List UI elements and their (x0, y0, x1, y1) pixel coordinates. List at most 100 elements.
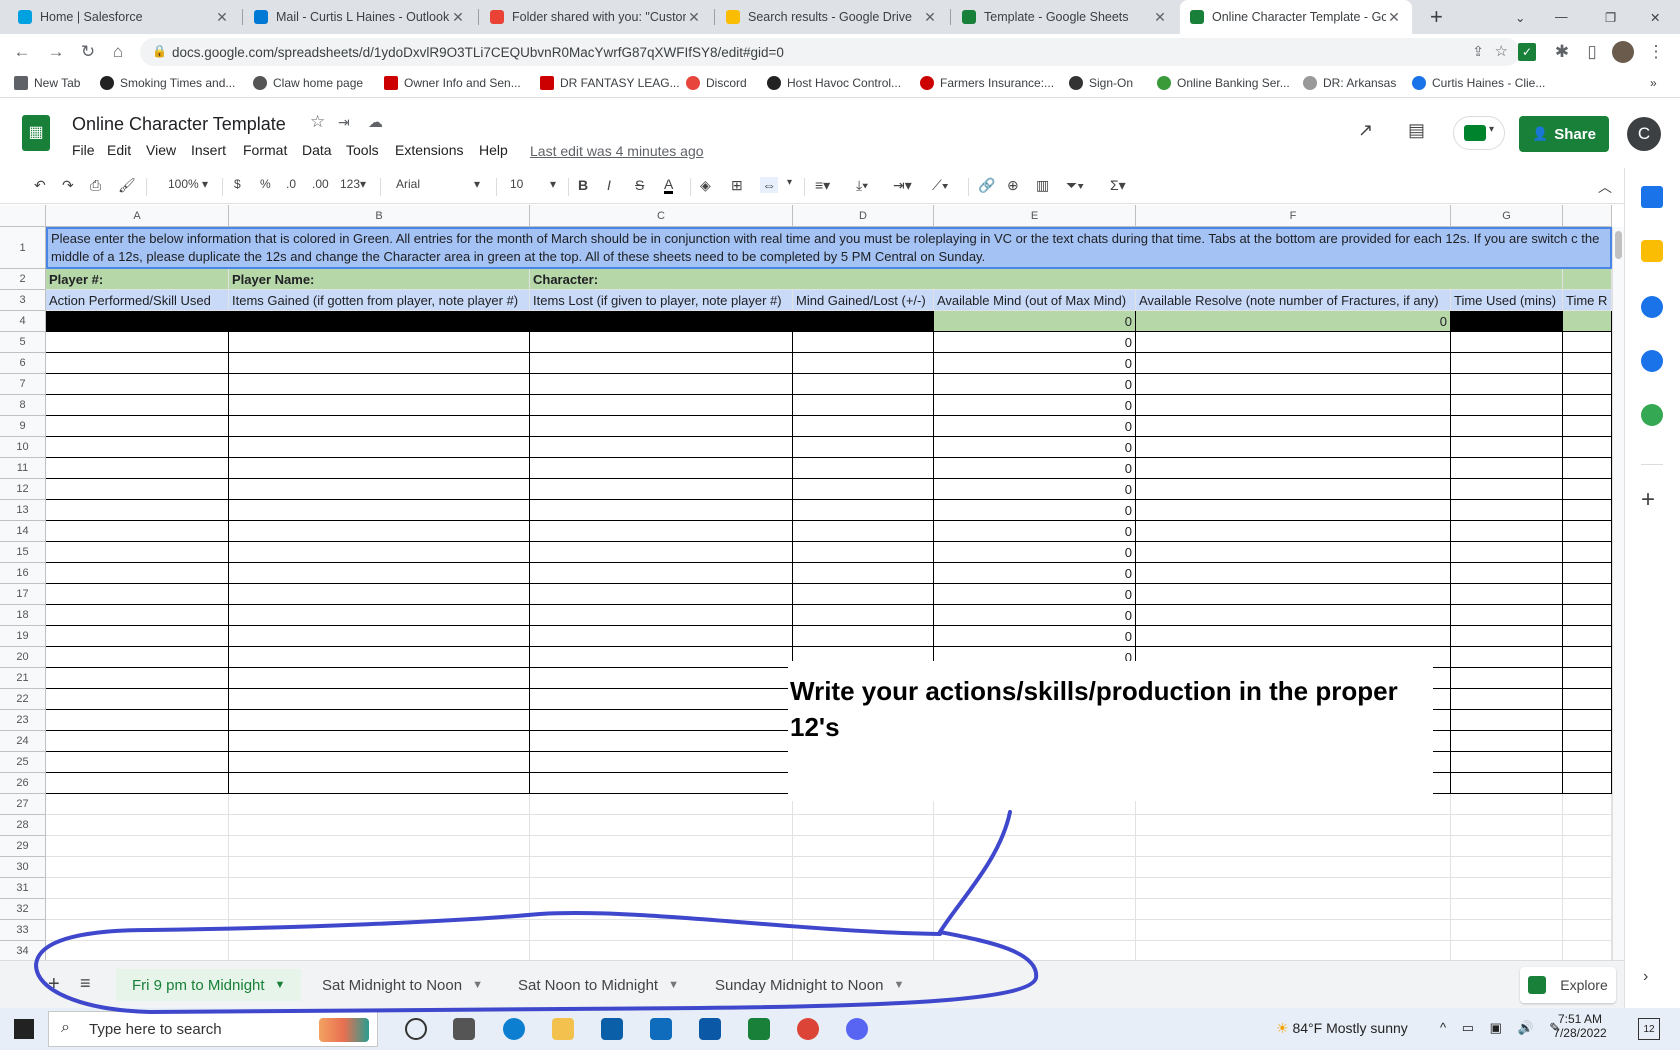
bookmark-online-banking[interactable]: Online Banking Ser... (1157, 76, 1290, 90)
data-cell[interactable] (46, 500, 229, 521)
row-header[interactable]: 28 (0, 815, 46, 836)
data-cell[interactable] (46, 731, 229, 752)
data-cell[interactable] (46, 626, 229, 647)
data-cell[interactable] (46, 458, 229, 479)
data-cell[interactable] (1136, 332, 1451, 353)
data-cell[interactable] (46, 563, 229, 584)
data-cell[interactable] (229, 500, 530, 521)
data-cell[interactable] (793, 458, 934, 479)
add-addon-icon[interactable]: + (1641, 486, 1655, 514)
data-cell[interactable] (1136, 353, 1451, 374)
header-cell[interactable]: Items Gained (if gotten from player, not… (229, 290, 530, 311)
browser-tab-drive[interactable]: Search results - Google Drive ✕ (716, 0, 948, 34)
header-cell[interactable]: Time R (1563, 290, 1612, 311)
data-cell[interactable] (1451, 542, 1563, 563)
add-sheet-icon[interactable]: + (48, 973, 60, 996)
data-cell[interactable] (530, 353, 793, 374)
row-header[interactable]: 23 (0, 710, 46, 731)
data-cell[interactable] (530, 668, 793, 689)
row-header[interactable]: 14 (0, 521, 46, 542)
discord-app-icon[interactable] (846, 1018, 868, 1040)
column-header[interactable]: A (46, 205, 229, 227)
extensions-puzzle-icon[interactable]: ✱ (1550, 40, 1574, 64)
data-cell[interactable] (793, 395, 934, 416)
sheets-logo-icon[interactable]: ▦ (22, 115, 50, 151)
menu-extensions[interactable]: Extensions (395, 142, 463, 158)
zoom-select[interactable]: 100% ▾ (160, 177, 216, 191)
data-cell[interactable] (229, 332, 530, 353)
data-cell[interactable] (530, 416, 793, 437)
insert-comment-icon[interactable]: ⊕ (1007, 177, 1019, 194)
bookmark-new-tab[interactable]: New Tab (14, 76, 80, 90)
row-header[interactable]: 32 (0, 899, 46, 920)
data-cell[interactable]: 0 (934, 416, 1136, 437)
data-cell[interactable] (229, 374, 530, 395)
comment-icon[interactable]: ▤ (1408, 120, 1425, 141)
browser-tab-gmail[interactable]: Folder shared with you: "Custom ✕ (480, 0, 712, 34)
contacts-icon[interactable] (1641, 350, 1663, 372)
meet-button[interactable]: ▾ (1453, 116, 1505, 150)
data-cell[interactable] (46, 689, 229, 710)
data-cell[interactable]: 0 (934, 479, 1136, 500)
data-cell[interactable] (1451, 353, 1563, 374)
data-cell[interactable] (229, 752, 530, 773)
data-cell[interactable] (229, 521, 530, 542)
column-header[interactable]: B (229, 205, 530, 227)
data-cell[interactable]: 0 (934, 458, 1136, 479)
data-cell[interactable] (1563, 542, 1612, 563)
browser-tab-salesforce[interactable]: Home | Salesforce ✕ (8, 0, 240, 34)
data-cell[interactable] (1451, 605, 1563, 626)
text-color-icon[interactable]: A (664, 177, 674, 194)
data-cell[interactable] (46, 710, 229, 731)
menu-insert[interactable]: Insert (191, 142, 226, 158)
account-avatar[interactable]: C (1627, 117, 1661, 151)
data-cell[interactable] (1136, 584, 1451, 605)
empty-cell[interactable] (530, 857, 793, 878)
data-cell[interactable]: 0 (934, 500, 1136, 521)
currency-format-button[interactable]: $ (234, 177, 241, 191)
data-cell[interactable] (46, 416, 229, 437)
chrome-menu-icon[interactable]: ⋮ (1644, 40, 1668, 64)
empty-cell[interactable] (530, 941, 793, 960)
data-cell[interactable] (1563, 374, 1612, 395)
data-cell[interactable] (1451, 668, 1563, 689)
task-view-icon[interactable] (453, 1018, 475, 1040)
data-cell[interactable]: 0 (934, 353, 1136, 374)
data-cell[interactable] (1136, 563, 1451, 584)
bookmark-dr-fantasy[interactable]: DR FANTASY LEAG... (540, 76, 680, 90)
empty-cell[interactable] (1136, 920, 1451, 941)
bookmark-sign-on[interactable]: Sign-On (1069, 76, 1133, 90)
bookmark-claw-home[interactable]: Claw home page (253, 76, 363, 90)
menu-tools[interactable]: Tools (346, 142, 379, 158)
data-cell[interactable] (46, 311, 229, 332)
data-cell[interactable] (46, 584, 229, 605)
data-cell[interactable]: 0 (934, 311, 1136, 332)
data-cell[interactable] (530, 332, 793, 353)
data-cell[interactable] (1451, 731, 1563, 752)
all-sheets-icon[interactable]: ≡ (80, 973, 91, 994)
data-cell[interactable] (1136, 458, 1451, 479)
data-cell[interactable] (530, 542, 793, 563)
data-cell[interactable] (1563, 731, 1612, 752)
empty-cell[interactable] (1563, 920, 1612, 941)
data-cell[interactable]: 0 (934, 542, 1136, 563)
empty-cell[interactable] (229, 899, 530, 920)
data-cell[interactable] (46, 332, 229, 353)
bold-icon[interactable]: B (578, 177, 588, 193)
font-size-select[interactable]: 10 ▾ (510, 177, 560, 191)
empty-cell[interactable] (46, 941, 229, 960)
bookmark-discord[interactable]: Discord (686, 76, 747, 90)
data-cell[interactable] (1136, 605, 1451, 626)
empty-cell[interactable] (793, 899, 934, 920)
star-icon[interactable]: ☆ (310, 112, 325, 132)
empty-cell[interactable] (934, 836, 1136, 857)
empty-cell[interactable] (934, 857, 1136, 878)
data-cell[interactable] (1563, 689, 1612, 710)
data-cell[interactable] (530, 689, 793, 710)
data-cell[interactable] (229, 479, 530, 500)
mail-app-icon[interactable] (699, 1018, 721, 1040)
data-cell[interactable] (46, 353, 229, 374)
row-header[interactable]: 3 (0, 290, 46, 311)
star-icon[interactable]: ☆ (1495, 42, 1508, 60)
data-cell[interactable] (46, 752, 229, 773)
